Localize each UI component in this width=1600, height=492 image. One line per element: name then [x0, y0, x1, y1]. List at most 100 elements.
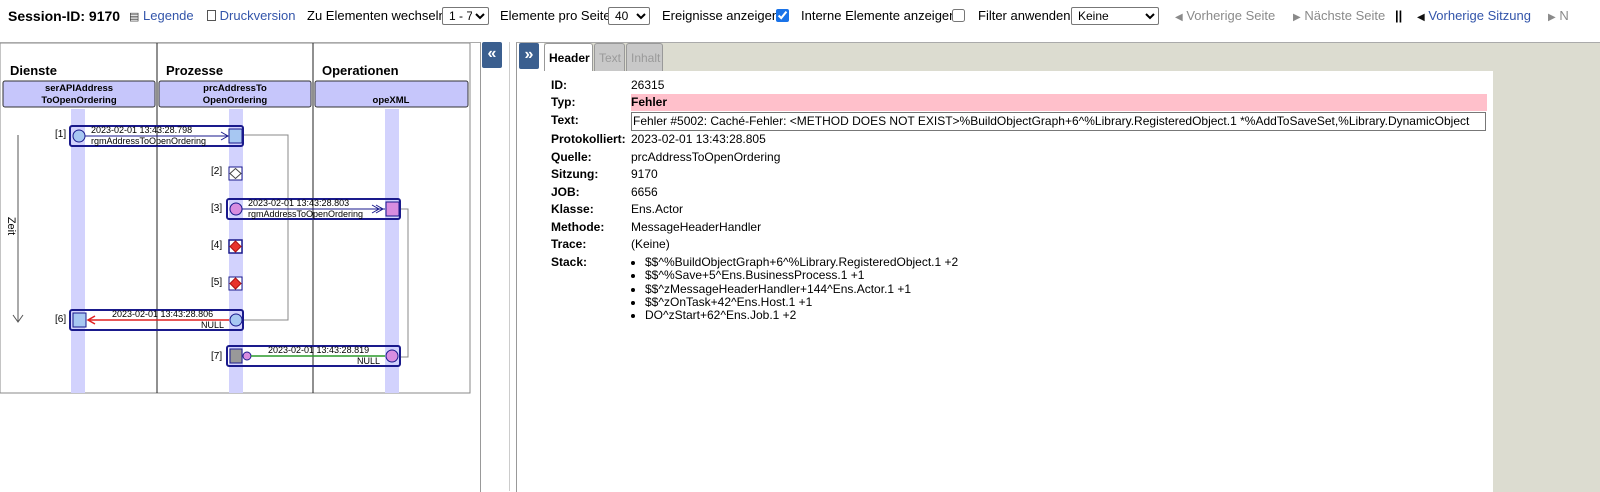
host-label-line: prcAddressTo: [203, 83, 267, 94]
stack-list-wrap: $$^%BuildObjectGraph+6^%Library.Register…: [631, 255, 958, 322]
internal-label: Interne Elemente anzeigen: [801, 8, 957, 23]
filter-label: Filter anwenden: [978, 8, 1071, 23]
field-label: Typ:: [551, 95, 576, 109]
field-value-source: prcAddressToOpenOrdering: [631, 150, 781, 164]
double-chevron-right-icon: »: [524, 46, 534, 63]
step-number: [7]: [211, 351, 222, 362]
detail-empty-area: [544, 329, 1493, 492]
stack-item: $$^zOnTask+42^Ens.Host.1 +1: [645, 295, 958, 309]
show-events-label: Ereignisse anzeigen: [662, 8, 780, 23]
message-time: 2023-02-01 13:43:28.798: [91, 125, 192, 135]
expand-detail-button[interactable]: »: [519, 43, 539, 69]
field-label: Quelle:: [551, 150, 592, 164]
toolbar-divider: ||: [1395, 8, 1403, 23]
message-name: rgmAddressToOpenOrdering: [248, 209, 363, 219]
goto-select[interactable]: 1 - 7: [442, 7, 489, 25]
step-number: [5]: [211, 277, 222, 288]
prev-session-label: Vorherige Sitzung: [1428, 8, 1531, 23]
next-session-link[interactable]: ▶ N: [1548, 8, 1569, 26]
per-page-label: Elemente pro Seite: [500, 8, 611, 23]
field-label: ID:: [551, 78, 567, 92]
filter-select[interactable]: Keine: [1071, 7, 1159, 25]
column-title-processes: Prozesse: [166, 63, 223, 78]
detail-pane: » Header Text Inhalt ID: 26315 Typ: Fehl…: [516, 42, 1600, 492]
legend-link[interactable]: ▤ Legende: [129, 8, 194, 25]
header-panel: ID: 26315 Typ: Fehler Text: Fehler #5002…: [544, 71, 1493, 329]
message-target-icon: [385, 201, 400, 217]
tab-header[interactable]: Header: [544, 43, 593, 71]
print-link[interactable]: Druckversion: [207, 8, 295, 24]
message-time: 2023-02-01 13:43:28.803: [248, 198, 349, 208]
message-origin-icon: [229, 202, 243, 216]
per-page-select[interactable]: 40: [608, 7, 650, 25]
field-value-method: MessageHeaderHandler: [631, 220, 762, 234]
field-label: Trace:: [551, 237, 587, 251]
print-label: Druckversion: [219, 8, 296, 23]
message-target-icon: [228, 128, 243, 144]
goto-select-wrap: 1 - 7: [442, 7, 489, 25]
session-id-label: Session-ID: 9170: [8, 8, 121, 24]
internal-wrap: [949, 8, 965, 24]
stack-item: $$^%BuildObjectGraph+6^%Library.Register…: [645, 255, 958, 269]
time-axis-label: Zeit: [5, 217, 17, 235]
field-value-type: Fehler: [631, 94, 1487, 111]
field-value-job: 6656: [631, 185, 658, 199]
prev-page-link[interactable]: ◀ Vorherige Seite: [1175, 8, 1275, 26]
step-number: [6]: [55, 314, 66, 325]
column-title-operations: Operationen: [322, 63, 399, 78]
message-target-icon: [229, 348, 243, 364]
stack-item: $$^zMessageHeaderHandler+144^Ens.Actor.1…: [645, 282, 958, 296]
sequence-diagram: Dienste Prozesse Operationen serAPIAddre…: [0, 43, 471, 394]
legend-label: Legende: [143, 8, 194, 23]
lifeline-services: [71, 109, 85, 393]
next-page-link[interactable]: ▶ Nächste Seite: [1293, 8, 1385, 26]
field-label: Stack:: [551, 255, 588, 269]
message-small-icon: [242, 351, 252, 361]
message-name: NULL: [357, 356, 380, 366]
triangle-left-icon: ◀: [1417, 12, 1425, 23]
field-label: Methode:: [551, 220, 605, 234]
triangle-right-icon: ▶: [1293, 12, 1301, 23]
field-value-text[interactable]: Fehler #5002: Caché-Fehler: <METHOD DOES…: [631, 112, 1486, 131]
toolbar: Session-ID: 9170 ▤ Legende Druckversion …: [0, 0, 1600, 34]
collapse-diagram-button[interactable]: «: [482, 42, 502, 68]
triangle-right-icon: ▶: [1548, 12, 1556, 23]
next-session-label: N: [1559, 8, 1569, 23]
tab-content[interactable]: Inhalt: [626, 43, 663, 71]
show-events-checkbox[interactable]: [776, 9, 789, 22]
next-page-label: Nächste Seite: [1304, 8, 1386, 23]
field-value-trace: (Keine): [631, 237, 670, 251]
sequence-diagram-pane: Dienste Prozesse Operationen serAPIAddre…: [0, 42, 481, 492]
field-label: Protokolliert:: [551, 132, 626, 146]
message-name: rgmAddressToOpenOrdering: [91, 136, 206, 146]
tab-text[interactable]: Text: [594, 43, 625, 71]
pane-separator: [509, 42, 510, 491]
step-number: [3]: [211, 203, 222, 214]
message-name: NULL: [201, 320, 224, 330]
field-value-id: 26315: [631, 78, 665, 92]
field-label: Text:: [551, 113, 579, 127]
message-time: 2023-02-01 13:43:28.806: [112, 309, 213, 319]
legend-icon: ▤: [129, 11, 140, 23]
stack-item: $$^%Save+5^Ens.BusinessProcess.1 +1: [645, 268, 958, 282]
show-events-wrap: [773, 8, 789, 24]
host-label-line: opeXML: [373, 95, 410, 106]
per-page-wrap: 40: [608, 7, 650, 25]
message-origin-icon: [385, 349, 399, 363]
stack-list: $$^%BuildObjectGraph+6^%Library.Register…: [631, 255, 958, 322]
step-number: [1]: [55, 129, 66, 140]
step-number: [2]: [211, 166, 222, 177]
field-value-logged: 2023-02-01 13:43:28.805: [631, 132, 766, 146]
detail-left-strip: [517, 43, 544, 492]
message-origin-icon: [229, 313, 243, 327]
prev-session-link[interactable]: ◀ Vorherige Sitzung: [1417, 8, 1531, 26]
document-icon: [207, 10, 216, 21]
field-value-class: Ens.Actor: [631, 202, 684, 216]
filter-wrap: Keine: [1071, 7, 1159, 25]
stack-item: DO^zStart+62^Ens.Job.1 +2: [645, 308, 958, 322]
goto-label: Zu Elementen wechseln: [307, 8, 446, 23]
message-time: 2023-02-01 13:43:28.819: [268, 345, 369, 355]
double-chevron-left-icon: «: [487, 45, 497, 62]
message-origin-icon: [72, 129, 86, 143]
internal-checkbox[interactable]: [952, 9, 965, 22]
